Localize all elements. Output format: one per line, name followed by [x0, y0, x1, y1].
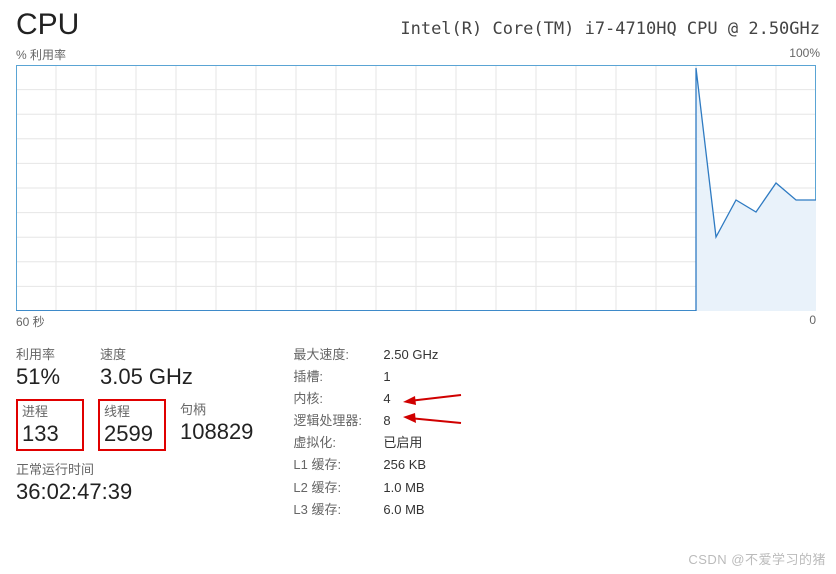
- sockets-value: 1: [383, 366, 390, 388]
- uptime-label: 正常运行时间: [16, 459, 253, 478]
- cores-value: 4: [383, 388, 390, 410]
- logical-value: 8: [383, 410, 390, 432]
- virt-value: 已启用: [383, 432, 422, 454]
- threads-label: 线程: [104, 401, 160, 420]
- chart-y-label: % 利用率: [16, 46, 66, 63]
- cores-key: 内核:: [293, 388, 383, 410]
- threads-highlight: 线程 2599: [98, 399, 166, 452]
- processes-label: 进程: [22, 401, 78, 420]
- handles-label: 句柄: [180, 399, 253, 418]
- virt-key: 虚拟化:: [293, 432, 383, 454]
- logical-key: 逻辑处理器:: [293, 410, 383, 432]
- chart-x-right: 0: [809, 313, 816, 330]
- max-speed-value: 2.50 GHz: [383, 344, 438, 366]
- sockets-key: 插槽:: [293, 366, 383, 388]
- chart-x-left: 60 秒: [16, 313, 45, 330]
- l1-key: L1 缓存:: [293, 454, 383, 476]
- l2-key: L2 缓存:: [293, 477, 383, 499]
- chart-y-max: 100%: [789, 46, 820, 63]
- arrow-icon: [403, 412, 463, 426]
- speed-value: 3.05 GHz: [100, 363, 193, 391]
- l1-value: 256 KB: [383, 454, 426, 476]
- processes-value: 133: [22, 420, 78, 448]
- l3-value: 6.0 MB: [383, 499, 424, 521]
- page-title: CPU: [16, 8, 79, 42]
- arrow-icon: [403, 392, 463, 406]
- processes-highlight: 进程 133: [16, 399, 84, 452]
- l3-key: L3 缓存:: [293, 499, 383, 521]
- cpu-model: Intel(R) Core(TM) i7-4710HQ CPU @ 2.50GH…: [400, 19, 820, 39]
- handles-value: 108829: [180, 418, 253, 446]
- l2-value: 1.0 MB: [383, 477, 424, 499]
- utilization-label: 利用率: [16, 344, 84, 363]
- speed-label: 速度: [100, 344, 193, 363]
- cpu-usage-chart[interactable]: [16, 65, 816, 311]
- uptime-value: 36:02:47:39: [16, 478, 253, 506]
- max-speed-key: 最大速度:: [293, 344, 383, 366]
- utilization-value: 51%: [16, 363, 84, 391]
- watermark: CSDN @不爱学习的猪: [688, 549, 826, 568]
- cpu-spec-list: 最大速度: 2.50 GHz 插槽: 1 内核: 4 逻辑处理器: 8 虚拟化:…: [293, 344, 438, 521]
- threads-value: 2599: [104, 420, 160, 448]
